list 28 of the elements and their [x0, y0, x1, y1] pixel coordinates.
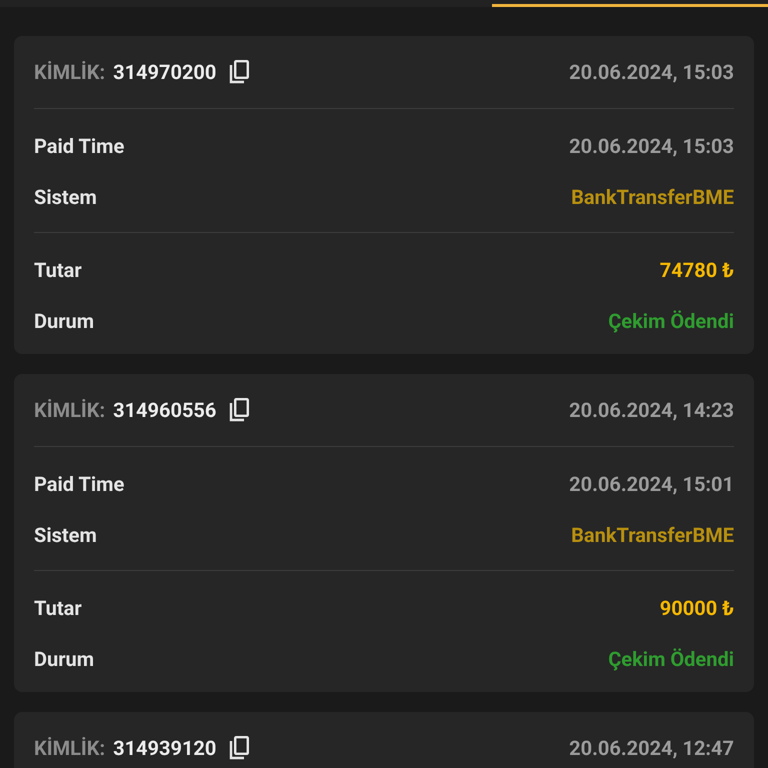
status-value: Çekim Ödendi [608, 646, 734, 670]
field-label: Tutar [34, 596, 82, 620]
date-value: 20.06.2024, 12:47 [569, 736, 734, 760]
field-label: Tutar [34, 258, 82, 282]
id-label: KİMLİK: [34, 398, 106, 422]
copy-icon[interactable] [228, 398, 250, 422]
field-label: Durum [34, 308, 94, 332]
field-label: Sistem [34, 184, 97, 208]
id-value: 314960556 [113, 398, 216, 422]
field-label: Paid Time [34, 134, 124, 158]
system-value: BankTransferBME [571, 184, 734, 208]
field-label: Paid Time [34, 472, 124, 496]
id-label: KİMLİK: [34, 736, 106, 760]
copy-icon[interactable] [228, 736, 250, 760]
date-value: 20.06.2024, 15:03 [569, 134, 734, 158]
id-label: KİMLİK: [34, 60, 106, 84]
id-value: 314970200 [113, 60, 216, 84]
status-value: Çekim Ödendi [608, 308, 734, 332]
id-value: 314939120 [113, 736, 216, 760]
field-label: Sistem [34, 522, 97, 546]
copy-icon[interactable] [228, 60, 250, 84]
field-label: Durum [34, 646, 94, 670]
date-value: 20.06.2024, 15:01 [569, 472, 734, 496]
date-value: 20.06.2024, 15:03 [569, 60, 734, 84]
amount-value: 90000 ₺ [660, 596, 734, 620]
system-value: BankTransferBME [571, 522, 734, 546]
amount-value: 74780 ₺ [660, 258, 734, 282]
date-value: 20.06.2024, 14:23 [569, 398, 734, 422]
